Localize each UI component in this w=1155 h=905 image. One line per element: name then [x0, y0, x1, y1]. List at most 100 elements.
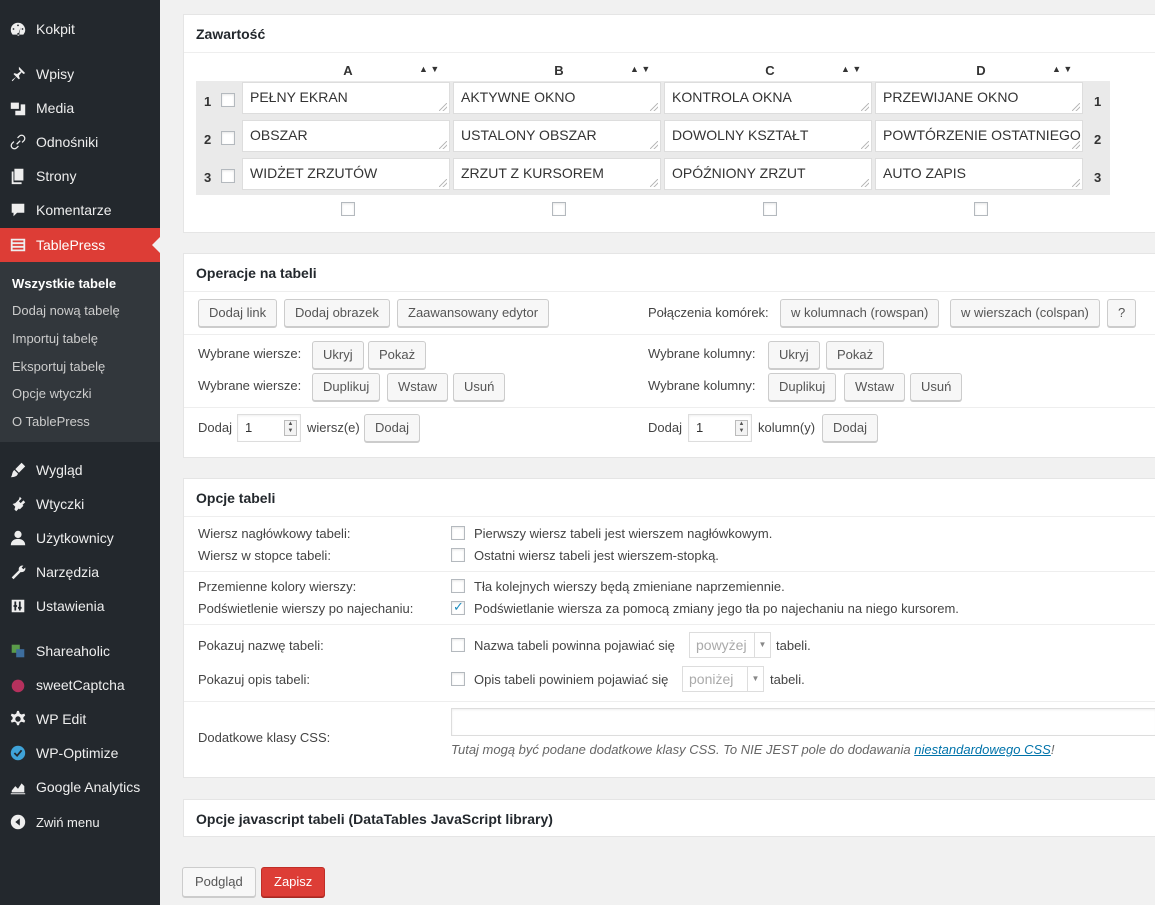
show-name-label: Pokazuj nazwę tabeli: [198, 638, 324, 653]
colspan-button[interactable]: w wierszach (colspan) [950, 299, 1100, 327]
row-hover-label: Podświetlenie wierszy po najechaniu: [198, 601, 414, 616]
collapse-menu-button[interactable]: Zwiń menu [0, 805, 160, 839]
desc-position-select[interactable]: poniżej ▼ [682, 666, 764, 692]
selected-rows-label: Wybrane wiersze: [198, 346, 302, 361]
cols-suffix-label: kolumn(y) [758, 420, 816, 435]
custom-css-link[interactable]: niestandardowego CSS [914, 742, 1051, 757]
table-cell[interactable]: PEŁNY EKRAN [242, 82, 450, 114]
divider [184, 624, 1155, 625]
row-select-checkbox[interactable] [221, 169, 235, 183]
sidebar-item-shareaholic[interactable]: Shareaholic [0, 634, 160, 668]
sidebar-item-label: Wygląd [36, 462, 83, 478]
table-cell[interactable]: WIDŻET ZRZUTÓW [242, 158, 450, 190]
show-rows-button[interactable]: Pokaż [368, 341, 427, 369]
sidebar-item-wp-optimize[interactable]: WP-Optimize [0, 736, 160, 770]
wrench-icon [0, 563, 36, 581]
column-select-checkbox[interactable] [763, 202, 777, 216]
advanced-editor-button[interactable]: Zaawansowany edytor [397, 299, 550, 327]
insert-link-button[interactable]: Dodaj link [198, 299, 278, 327]
analytics-icon [0, 778, 36, 796]
submenu-export-table[interactable]: Eksportuj tabelę [12, 359, 105, 374]
sidebar-item-label: TablePress [36, 237, 106, 253]
table-cell[interactable]: KONTROLA OKNA [664, 82, 872, 114]
sidebar-item-sweetcaptcha[interactable]: sweetCaptcha [0, 668, 160, 702]
table-cell[interactable]: DOWOLNY KSZTAŁT [664, 120, 872, 152]
row-select-checkbox[interactable] [221, 131, 235, 145]
duplicate-rows-button[interactable]: Duplikuj [312, 373, 381, 401]
row-number: 2 [204, 132, 212, 147]
table-cell[interactable]: POWTÓRZENIE OSTATNIEGO ZRZUTU [875, 120, 1083, 152]
sidebar-item-strony[interactable]: Strony [0, 159, 160, 193]
row-hover-checkbox[interactable] [451, 599, 465, 615]
name-position-select[interactable]: powyżej ▼ [689, 632, 771, 658]
table-cell[interactable]: AUTO ZAPIS [875, 158, 1083, 190]
insert-rows-button[interactable]: Wstaw [387, 373, 448, 401]
column-select-checkbox[interactable] [974, 202, 988, 216]
rows-count-input[interactable]: 1 ▲ ▼ [237, 414, 301, 442]
table-cell[interactable]: PRZEWIJANE OKNO [875, 82, 1083, 114]
remove-rows-button[interactable]: Usuń [453, 373, 506, 401]
header-row-text: Pierwszy wiersz tabeli jest wierszem nag… [474, 526, 773, 541]
column-select-checkbox[interactable] [341, 202, 355, 216]
preview-button[interactable]: Podgląd [182, 867, 256, 897]
hide-cols-button[interactable]: Ukryj [768, 341, 820, 369]
captcha-icon [0, 676, 36, 694]
show-cols-button[interactable]: Pokaż [826, 341, 885, 369]
sidebar-item-wtyczki[interactable]: Wtyczki [0, 487, 160, 521]
hide-rows-button[interactable]: Ukryj [312, 341, 364, 369]
sort-arrows-icon[interactable]: ▲ ▼ [419, 64, 439, 74]
alternating-colors-checkbox[interactable] [451, 579, 465, 593]
add-rows-button[interactable]: Dodaj [364, 414, 420, 442]
sidebar-item-media[interactable]: Media [0, 91, 160, 125]
table-cell[interactable]: ZRZUT Z KURSOREM [453, 158, 661, 190]
js-options-panel[interactable]: Opcje javascript tabeli (DataTables Java… [183, 799, 1155, 837]
duplicate-cols-button[interactable]: Duplikuj [768, 373, 837, 401]
media-icon [0, 99, 36, 117]
sidebar-item-ustawienia[interactable]: Ustawienia [0, 589, 160, 623]
table-cell[interactable]: USTALONY OBSZAR [453, 120, 661, 152]
sidebar-item-narzedzia[interactable]: Narzędzia [0, 555, 160, 589]
tablepress-submenu: Wszystkie tabele Dodaj nową tabelę Impor… [0, 262, 160, 442]
row-select-checkbox[interactable] [221, 93, 235, 107]
sidebar-item-label: Media [36, 100, 75, 116]
save-button[interactable]: Zapisz [261, 867, 326, 897]
rowspan-button[interactable]: w kolumnach (rowspan) [780, 299, 940, 327]
submenu-import-table[interactable]: Importuj tabelę [12, 331, 98, 346]
submenu-about[interactable]: O TablePress [12, 414, 90, 429]
show-desc-checkbox[interactable] [451, 672, 465, 686]
header-row-checkbox[interactable] [451, 526, 465, 540]
spinner-arrows-icon[interactable]: ▲ ▼ [284, 420, 297, 436]
insert-image-button[interactable]: Dodaj obrazek [284, 299, 390, 327]
show-name-checkbox[interactable] [451, 638, 465, 652]
spinner-arrows-icon[interactable]: ▲ ▼ [735, 420, 748, 436]
sidebar-item-google-analytics[interactable]: Google Analytics [0, 770, 160, 804]
sidebar-item-kokpit[interactable]: Kokpit [0, 12, 160, 46]
add-cols-button[interactable]: Dodaj [822, 414, 878, 442]
sidebar-item-tablepress[interactable]: TablePress [0, 228, 160, 262]
submenu-plugin-options[interactable]: Opcje wtyczki [12, 386, 91, 401]
sidebar-item-uzytkownicy[interactable]: Użytkownicy [0, 521, 160, 555]
sidebar-item-wp-edit[interactable]: WP Edit [0, 702, 160, 736]
submenu-add-table[interactable]: Dodaj nową tabelę [12, 303, 120, 318]
footer-row-checkbox[interactable] [451, 548, 465, 562]
cols-count-value: 1 [696, 420, 704, 435]
help-button[interactable]: ? [1107, 299, 1137, 327]
insert-cols-button[interactable]: Wstaw [844, 373, 905, 401]
sort-arrows-icon[interactable]: ▲ ▼ [1052, 64, 1072, 74]
sort-arrows-icon[interactable]: ▲ ▼ [630, 64, 650, 74]
remove-cols-button[interactable]: Usuń [910, 373, 963, 401]
sort-arrows-icon[interactable]: ▲ ▼ [841, 64, 861, 74]
css-classes-input[interactable] [451, 708, 1155, 736]
sidebar-item-wpisy[interactable]: Wpisy [0, 57, 160, 91]
user-icon [0, 529, 36, 547]
sidebar-item-wyglad[interactable]: Wygląd [0, 453, 160, 487]
sidebar-item-odnosniki[interactable]: Odnośniki [0, 125, 160, 159]
cols-count-input[interactable]: 1 ▲ ▼ [688, 414, 752, 442]
sidebar-item-komentarze[interactable]: Komentarze [0, 193, 160, 227]
table-cell[interactable]: OPÓŹNIONY ZRZUT [664, 158, 872, 190]
table-cell[interactable]: OBSZAR [242, 120, 450, 152]
submenu-all-tables[interactable]: Wszystkie tabele [12, 276, 116, 291]
panel-title: Opcje tabeli [184, 479, 1155, 517]
column-select-checkbox[interactable] [552, 202, 566, 216]
table-cell[interactable]: AKTYWNE OKNO [453, 82, 661, 114]
